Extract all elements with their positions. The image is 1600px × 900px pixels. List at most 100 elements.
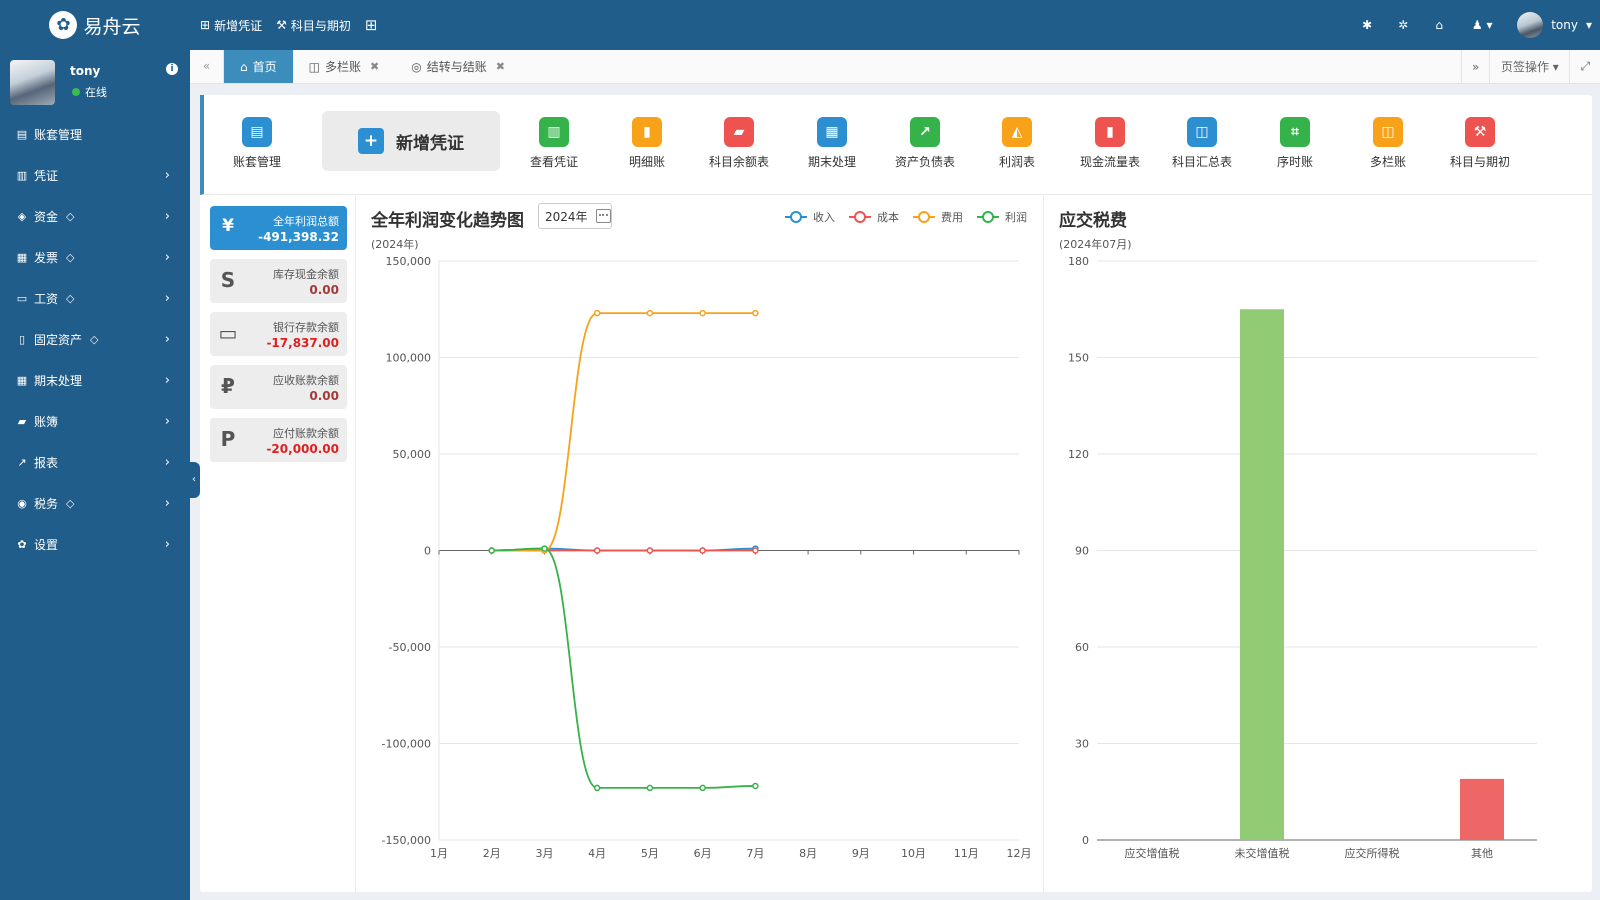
quick-action-icon: ▰: [724, 117, 754, 147]
quick-action[interactable]: ◭ 利润表: [972, 117, 1062, 170]
stat-card[interactable]: ¥ 全年利润总额 -491,398.32: [210, 206, 347, 250]
quick-action-icon: ↗: [910, 117, 940, 147]
sidebar-item[interactable]: ▰ 账簿 ›: [0, 401, 190, 442]
sidebar-item-label: 账簿: [34, 415, 59, 429]
y-tick-label: 60: [1075, 641, 1089, 654]
add-voucher-label: 新增凭证: [396, 133, 464, 154]
legend-marker: [790, 211, 802, 223]
quick-action[interactable]: ▦ 期末处理: [787, 117, 877, 170]
stat-icon: S: [220, 268, 236, 292]
stat-label: 应收账款余额: [273, 374, 339, 387]
topnav-add-voucher[interactable]: ⊞ 新增凭证: [200, 17, 262, 34]
app-logo[interactable]: ✿ 易舟云: [0, 0, 190, 50]
legend-item[interactable]: 利润: [977, 210, 1027, 224]
legend-marker: [854, 211, 866, 223]
y-tick-label: 150,000: [386, 255, 432, 268]
sidebar-item[interactable]: ▯ 固定资产 ◇ ›: [0, 319, 190, 360]
status-dot-icon: [72, 88, 80, 96]
stat-value: 0.00: [309, 389, 339, 403]
bug-icon[interactable]: ✱: [1359, 18, 1375, 32]
sidebar-item[interactable]: ▦ 期末处理 ›: [0, 360, 190, 401]
quick-action[interactable]: ▮ 明细账: [602, 117, 692, 170]
x-tick-label: 应交所得税: [1345, 846, 1400, 860]
quick-action[interactable]: ↗ 资产负债表: [880, 117, 970, 170]
stat-label: 银行存款余额: [273, 321, 339, 334]
diamond-icon: ◇: [66, 251, 75, 264]
quick-action[interactable]: ▮ 现金流量表: [1065, 117, 1155, 170]
quick-action[interactable]: ⚒ 科目与期初: [1435, 117, 1525, 170]
stat-card[interactable]: ₽ 应收账款余额 0.00: [210, 365, 347, 409]
close-icon[interactable]: ✖: [370, 60, 379, 73]
quick-action[interactable]: ▤ 账套管理: [212, 117, 302, 170]
close-icon[interactable]: ✖: [496, 60, 505, 73]
y-tick-label: 180: [1068, 255, 1089, 268]
tab[interactable]: ⌂ 首页: [224, 50, 293, 83]
quick-action-icon: ▮: [1095, 117, 1125, 147]
sidebar-item[interactable]: ◉ 税务 ◇ ›: [0, 483, 190, 524]
tabs-scroll-right-button[interactable]: »: [1461, 50, 1489, 83]
sidebar-item[interactable]: ✿ 设置 ›: [0, 524, 190, 565]
sidebar-item[interactable]: ▭ 工资 ◇ ›: [0, 278, 190, 319]
quick-action-label: 现金流量表: [1079, 155, 1140, 169]
series-line-3: [491, 547, 756, 789]
sidebar-item[interactable]: ▦ 发票 ◇ ›: [0, 237, 190, 278]
topnav-grid-button[interactable]: ⊞: [365, 16, 378, 34]
x-tick-label: 应交增值税: [1125, 846, 1180, 860]
sidebar-item[interactable]: ◈ 资金 ◇ ›: [0, 196, 190, 237]
add-voucher-button[interactable]: + 新增凭证: [322, 111, 500, 171]
stat-card[interactable]: S 库存现金余额 0.00: [210, 259, 347, 303]
quick-action-icon: ◫: [1187, 117, 1217, 147]
home-icon[interactable]: ⌂: [1431, 18, 1447, 32]
tabs-scroll-left-button[interactable]: «: [190, 50, 224, 83]
legend-item[interactable]: 成本: [849, 210, 899, 224]
stat-card[interactable]: P 应付账款余额 -20,000.00: [210, 418, 347, 462]
diamond-icon: ◇: [90, 333, 99, 346]
gear-icon[interactable]: ✲: [1395, 18, 1411, 32]
menu-icon: ▭: [16, 292, 28, 305]
x-tick-label: 10月: [901, 847, 926, 860]
fullscreen-icon[interactable]: ⤢: [1569, 50, 1600, 83]
diamond-icon: ◇: [66, 497, 75, 510]
legend-label: 成本: [877, 210, 899, 224]
quick-action[interactable]: ▰ 科目余额表: [694, 117, 784, 170]
data-point: [699, 547, 706, 554]
quick-action[interactable]: ⌗ 序时账: [1250, 117, 1340, 170]
quick-action[interactable]: ◫ 科目汇总表: [1157, 117, 1247, 170]
sidebar-item[interactable]: ▥ 凭证 ›: [0, 155, 190, 196]
tab-label: 结转与结账: [426, 60, 487, 74]
users-dropdown-icon[interactable]: ♟ ▾: [1467, 18, 1497, 32]
chevron-right-icon: ›: [164, 250, 170, 265]
user-menu[interactable]: tony ▾: [1517, 12, 1592, 38]
legend-marker: [982, 211, 994, 223]
sidebar-collapse-handle[interactable]: ‹: [188, 462, 200, 498]
header-username: tony: [1551, 18, 1578, 32]
tab-operations-dropdown[interactable]: 页签操作 ▾: [1489, 50, 1569, 83]
sidebar-item[interactable]: ▤ 账套管理: [0, 114, 190, 155]
sidebar-item[interactable]: ↗ 报表 ›: [0, 442, 190, 483]
x-tick-label: 未交增值税: [1235, 846, 1290, 860]
menu-icon: ▰: [17, 415, 27, 428]
menu-icon: ▯: [18, 333, 26, 346]
quick-action[interactable]: ◫ 多栏账: [1343, 117, 1433, 170]
quick-action-label: 查看凭证: [529, 155, 578, 169]
sidebar-item-label: 税务: [34, 497, 59, 511]
quick-action-label: 利润表: [998, 155, 1035, 169]
bar: [1460, 778, 1504, 840]
legend-marker: [918, 211, 930, 223]
topnav-accounts-opening[interactable]: ⚒ 科目与期初: [276, 17, 351, 34]
legend-item[interactable]: 费用: [913, 211, 963, 224]
menu-icon: ▥: [16, 169, 28, 182]
tab[interactable]: ◫ 多栏账 ✖: [293, 50, 396, 83]
legend-item[interactable]: 收入: [785, 210, 835, 224]
y-tick-label: 90: [1075, 545, 1089, 558]
quick-action-label: 账套管理: [232, 155, 281, 169]
quick-action[interactable]: ▥ 查看凭证: [509, 117, 599, 170]
quick-actions-bar: + 新增凭证 ▤ 账套管理 ▥ 查看凭证 ▮ 明细账 ▰ 科目余额表 ▦ 期末处理 ↗ 资产负债表 ◭ 利…: [200, 95, 1592, 195]
tab[interactable]: ◎ 结转与结账 ✖: [395, 50, 521, 83]
sidebar-item-label: 资金: [34, 210, 59, 224]
stat-label: 全年利润总额: [273, 215, 339, 228]
sidebar-item-label: 账套管理: [34, 128, 83, 142]
stat-card[interactable]: ▭ 银行存款余额 -17,837.00: [210, 312, 347, 356]
chevron-right-icon: ›: [164, 496, 170, 511]
info-icon[interactable]: i: [166, 63, 178, 75]
